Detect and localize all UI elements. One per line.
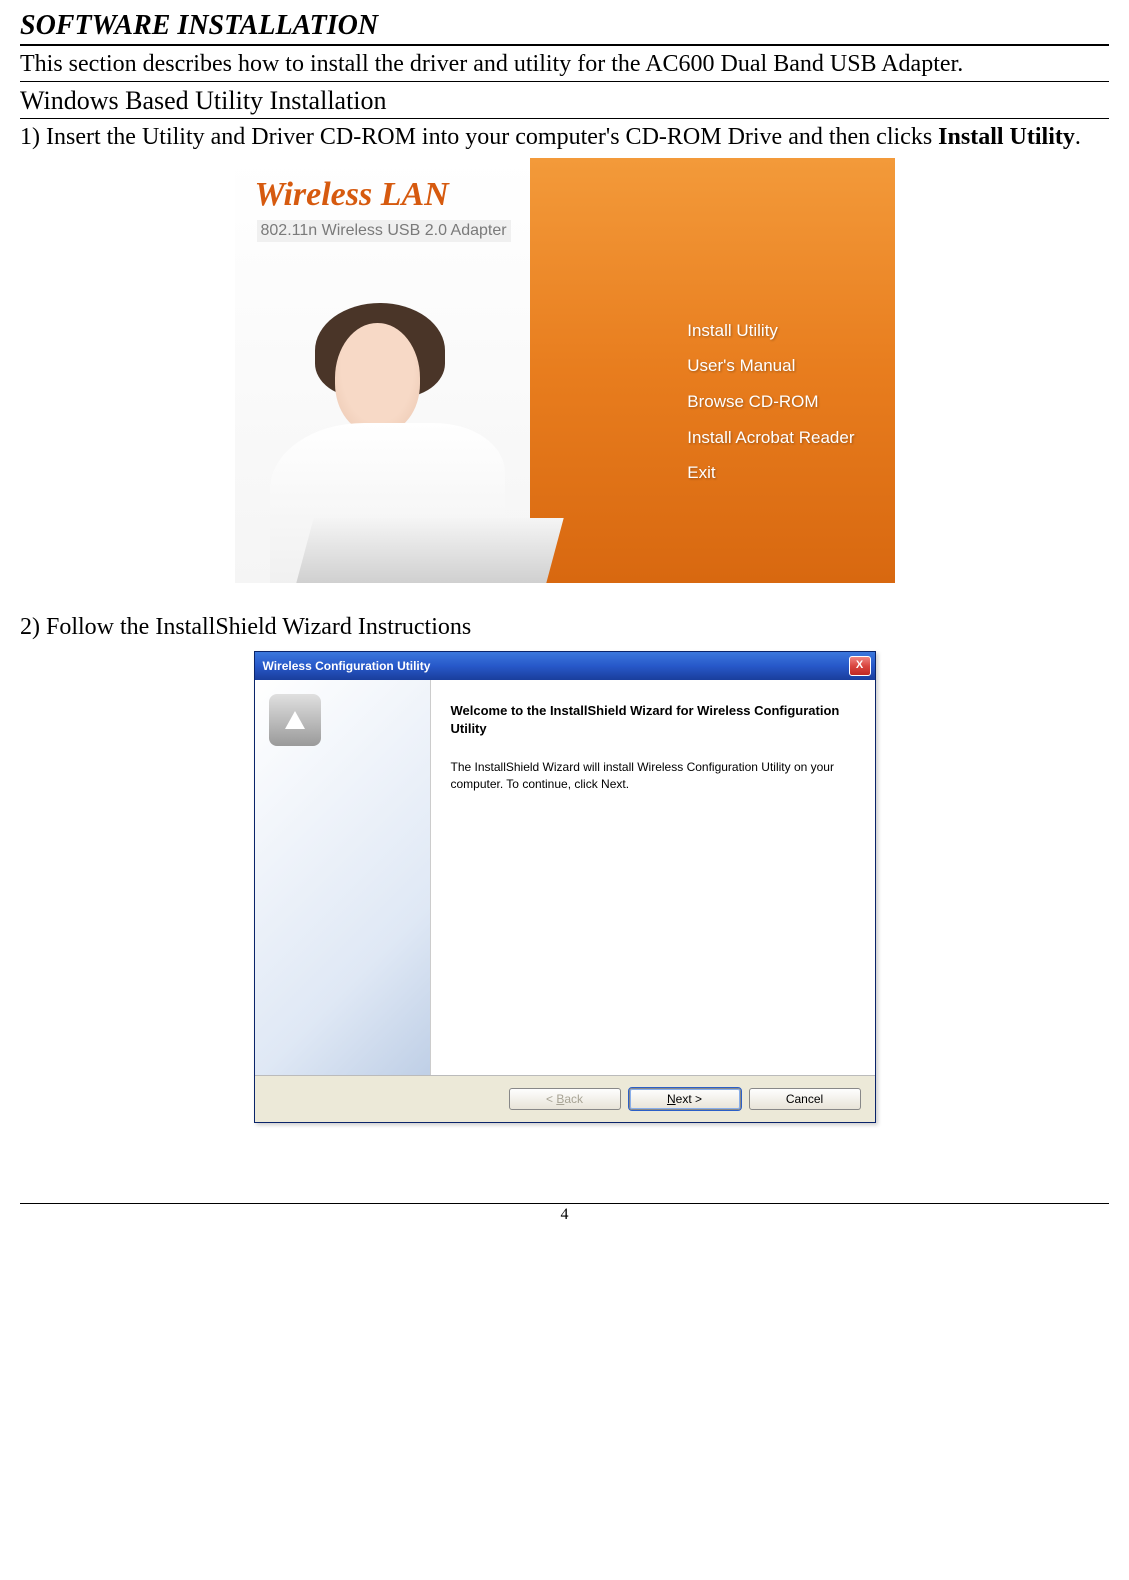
cd-menu-install-acrobat[interactable]: Install Acrobat Reader — [687, 420, 854, 456]
cd-brand-title: Wireless LAN — [255, 176, 449, 214]
next-button[interactable]: Next > — [629, 1088, 741, 1110]
cd-menu-browse-cdrom[interactable]: Browse CD-ROM — [687, 384, 854, 420]
next-underline: N — [667, 1092, 676, 1106]
step-1-text-suffix: . — [1075, 124, 1081, 150]
step-1-text-bold: Install Utility — [938, 124, 1075, 150]
back-button: < Back — [509, 1088, 621, 1110]
sub-section-title: Windows Based Utility Installation — [20, 86, 1109, 119]
wizard-footer: < Back Next > Cancel — [255, 1075, 875, 1122]
wizard-welcome-heading: Welcome to the InstallShield Wizard for … — [451, 702, 855, 737]
wizard-title-text: Wireless Configuration Utility — [263, 659, 431, 673]
cd-menu-users-manual[interactable]: User's Manual — [687, 348, 854, 384]
cd-menu-exit[interactable]: Exit — [687, 455, 854, 491]
installshield-wizard-dialog: Wireless Configuration Utility X Welcome… — [254, 651, 876, 1123]
cd-menu-install-utility[interactable]: Install Utility — [687, 313, 854, 349]
installshield-logo-icon — [269, 694, 321, 746]
step-1-text-prefix: 1) Insert the Utility and Driver CD-ROM … — [20, 124, 938, 150]
wizard-titlebar: Wireless Configuration Utility X — [255, 652, 875, 680]
back-rest: ack — [564, 1092, 583, 1106]
back-prefix: < — [546, 1092, 556, 1106]
section-title: SOFTWARE INSTALLATION — [20, 10, 1109, 46]
wizard-sidebar — [255, 680, 431, 1075]
step-2: 2) Follow the InstallShield Wizard Instr… — [20, 613, 1109, 642]
wizard-body: Welcome to the InstallShield Wizard for … — [255, 680, 875, 1075]
cd-brand-subtitle: 802.11n Wireless USB 2.0 Adapter — [257, 220, 511, 242]
intro-text: This section describes how to install th… — [20, 50, 1109, 82]
page-number: 4 — [20, 1203, 1109, 1224]
wizard-content: Welcome to the InstallShield Wizard for … — [431, 680, 875, 1075]
step-1: 1) Insert the Utility and Driver CD-ROM … — [20, 123, 1109, 152]
cancel-button[interactable]: Cancel — [749, 1088, 861, 1110]
triangle-icon — [285, 711, 305, 729]
cd-autorun-screenshot: Wireless LAN 802.11n Wireless USB 2.0 Ad… — [235, 158, 895, 583]
cd-person-image — [235, 283, 525, 583]
cd-menu: Install Utility User's Manual Browse CD-… — [687, 313, 854, 491]
wizard-description: The InstallShield Wizard will install Wi… — [451, 759, 855, 791]
next-rest: ext > — [676, 1092, 702, 1106]
person-laptop — [296, 518, 563, 583]
person-head — [335, 323, 420, 433]
close-button[interactable]: X — [849, 656, 871, 676]
